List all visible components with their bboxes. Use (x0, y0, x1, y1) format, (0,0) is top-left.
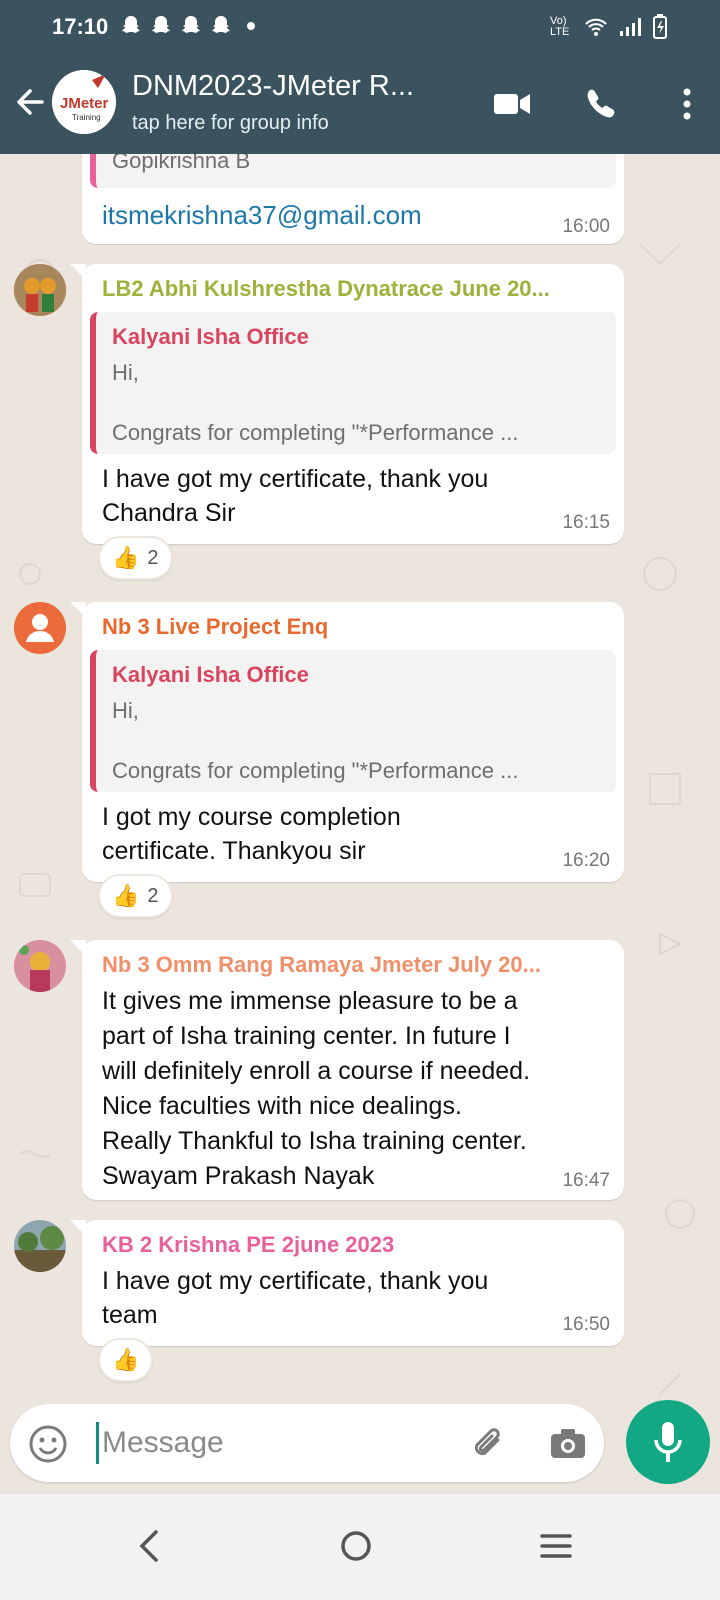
sender-name[interactable]: KB 2 Krishna PE 2june 2023 (102, 1232, 394, 1258)
message-text-line: part of Isha training center. In future … (102, 1022, 511, 1050)
sender-name[interactable]: Nb 3 Live Project Enq (102, 614, 328, 640)
message-text-line: It gives me immense pleasure to be a (102, 987, 518, 1015)
sender-name[interactable]: Nb 3 Omm Rang Ramaya Jmeter July 20... (102, 952, 541, 978)
quoted-text-line: Congrats for completing "*Performance ..… (112, 758, 519, 783)
reaction-badge[interactable]: 👍 (98, 1338, 154, 1382)
thumbs-up-icon: 👍 (112, 1347, 140, 1372)
quoted-message[interactable]: Kalyani Isha Office Hi, Congrats for com… (90, 650, 616, 792)
deity-photo-icon (14, 264, 66, 316)
reaction-count: 2 (147, 884, 159, 907)
system-status-icons: Vo) LTE (550, 14, 668, 40)
snapchat-icon (152, 16, 170, 33)
reaction-count: 2 (147, 546, 159, 569)
attachment-icon[interactable] (468, 1424, 508, 1464)
message-text-line: I have got my certificate, thank you (102, 1267, 489, 1295)
message-time: 16:47 (562, 1170, 610, 1191)
default-user-icon (14, 602, 66, 654)
nav-recents-icon[interactable] (536, 1526, 576, 1566)
quoted-message[interactable]: Kalyani Isha Office Hi, Congrats for com… (90, 312, 616, 454)
voice-message-button[interactable] (626, 1400, 710, 1484)
message-time: 16:00 (562, 216, 610, 237)
message-text-line: Swayam Prakash Nayak (102, 1162, 375, 1190)
message-text-line: Really Thankful to Isha training center. (102, 1127, 527, 1155)
jmeter-logo-icon: JMeter Training (52, 70, 116, 134)
status-time: 17:10 (52, 14, 109, 39)
message-text-line: I got my course completion (102, 803, 401, 831)
overflow-menu-icon[interactable] (665, 82, 709, 126)
snapchat-icon (122, 16, 140, 33)
message-text-line: Chandra Sir (102, 499, 236, 527)
thumbs-up-icon: 👍 (112, 545, 140, 570)
notification-icons (120, 14, 262, 36)
network-label: Vo) LTE (550, 15, 570, 38)
quoted-author: Kalyani Isha Office (112, 662, 309, 687)
avatar-logo-text: JMeter (60, 95, 109, 112)
message-text-line: certificate. Thankyou sir (102, 837, 366, 865)
reaction-badge[interactable]: 👍 2 (98, 536, 173, 580)
group-name[interactable]: DNM2023-JMeter R... (132, 70, 414, 103)
nav-back-icon[interactable] (130, 1526, 170, 1566)
signal-icon (620, 18, 641, 36)
message-bubble[interactable]: Nb 3 Live Project Enq Kalyani Isha Offic… (70, 602, 624, 882)
sender-name[interactable]: LB2 Abhi Kulshrestha Dynatrace June 20..… (102, 276, 550, 302)
camera-icon[interactable] (548, 1424, 588, 1464)
chat-header: JMeter Training DNM2023-JMeter R... tap … (0, 52, 720, 154)
message-text-line: will definitely enroll a course if neede… (102, 1057, 531, 1085)
nav-home-icon[interactable] (336, 1526, 376, 1566)
message-composer[interactable]: Message (10, 1404, 604, 1482)
system-nav-bar (0, 1494, 720, 1600)
text-cursor (96, 1422, 99, 1464)
status-bar: 17:10 Vo) LTE (0, 0, 720, 52)
group-avatar[interactable]: JMeter Training (52, 70, 116, 134)
quoted-text-line: Hi, (112, 698, 139, 723)
message-time: 16:20 (562, 850, 610, 871)
sender-avatar[interactable] (14, 602, 66, 654)
sender-avatar[interactable] (14, 940, 66, 992)
back-arrow-icon[interactable] (12, 84, 48, 120)
reaction-badge[interactable]: 👍 2 (98, 874, 173, 918)
quoted-author: Kalyani Isha Office (112, 324, 309, 349)
message-bubble[interactable]: Nb 3 Omm Rang Ramaya Jmeter July 20... I… (70, 940, 624, 1200)
snapchat-icon (212, 16, 230, 33)
microphone-icon (654, 1422, 682, 1462)
message-text-line: Nice faculties with nice dealings. (102, 1092, 462, 1120)
sender-avatar[interactable] (14, 264, 66, 316)
message-text-line: team (102, 1301, 158, 1329)
group-info-hint[interactable]: tap here for group info (132, 112, 329, 135)
quoted-message[interactable]: Gopikrishna B (90, 154, 616, 188)
message-input[interactable]: Message (102, 1426, 224, 1460)
voice-call-icon[interactable] (580, 82, 624, 126)
message-bubble[interactable]: LB2 Abhi Kulshrestha Dynatrace June 20..… (70, 264, 624, 544)
emoji-icon[interactable] (28, 1424, 68, 1464)
chat-area[interactable]: Gopikrishna B itsmekrishna37@gmail.com 1… (0, 154, 720, 1432)
message-time: 16:15 (562, 512, 610, 533)
message-time: 16:50 (562, 1314, 610, 1335)
quoted-author: Gopikrishna B (112, 154, 251, 173)
message-text[interactable]: itsmekrishna37@gmail.com (102, 198, 422, 232)
message-bubble[interactable]: Gopikrishna B itsmekrishna37@gmail.com 1… (82, 154, 624, 244)
quoted-text-line: Hi, (112, 360, 139, 385)
wifi-icon (585, 18, 607, 36)
dot-icon (247, 22, 255, 30)
deity-photo-icon (14, 940, 66, 992)
thumbs-up-icon: 👍 (112, 883, 140, 908)
avatar-logo-subtext: Training (72, 113, 101, 122)
message-text-line: I have got my certificate, thank you (102, 465, 489, 493)
outdoor-photo-icon (14, 1220, 66, 1272)
sender-avatar[interactable] (14, 1220, 66, 1272)
video-call-icon[interactable] (490, 82, 534, 126)
battery-icon (653, 14, 667, 39)
message-bubble[interactable]: KB 2 Krishna PE 2june 2023 I have got my… (70, 1220, 624, 1346)
quoted-text-line: Congrats for completing "*Performance ..… (112, 420, 519, 445)
snapchat-icon (182, 16, 200, 33)
